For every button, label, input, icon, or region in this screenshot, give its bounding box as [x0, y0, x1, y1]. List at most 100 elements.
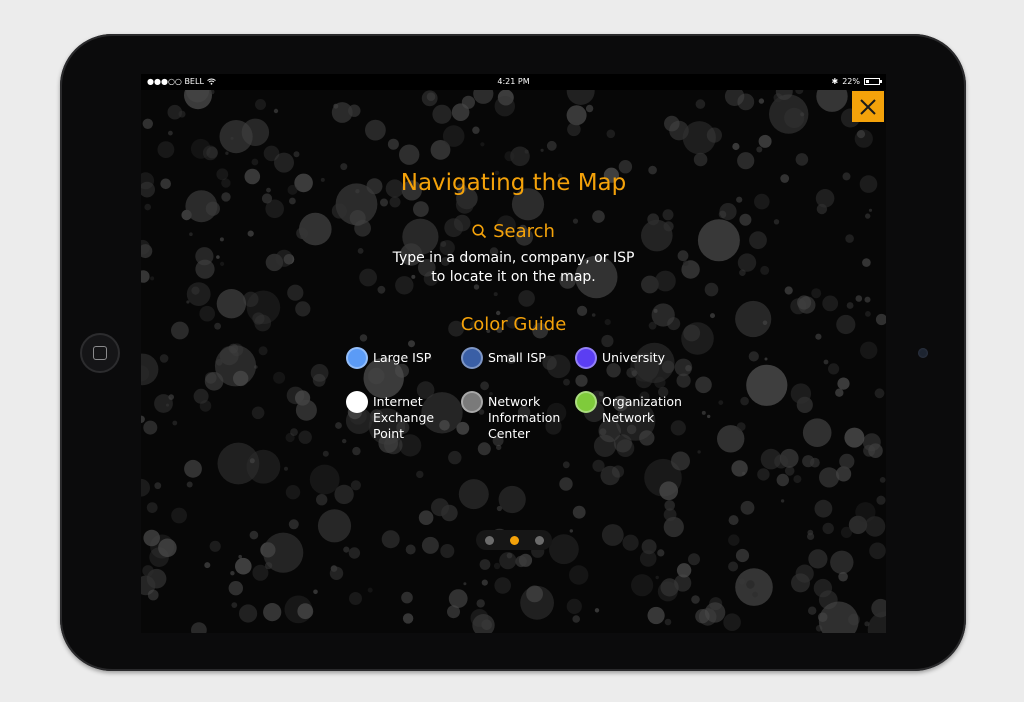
- map-bubble: [494, 577, 512, 594]
- map-bubble: [664, 500, 675, 511]
- page-dot[interactable]: [534, 535, 544, 545]
- map-bubble: [288, 519, 299, 530]
- map-bubble: [432, 104, 452, 124]
- map-bubble: [756, 146, 763, 153]
- map-bubble: [494, 96, 515, 117]
- legend-dot: [346, 347, 368, 369]
- map-bubble: [822, 295, 839, 312]
- map-bubble: [440, 544, 455, 558]
- map-bubble: [780, 499, 785, 503]
- battery-group: ✱ 22%: [831, 77, 882, 86]
- map-bubble: [167, 104, 183, 120]
- map-bubble: [688, 553, 700, 566]
- page-indicator[interactable]: [476, 530, 552, 550]
- map-bubble: [421, 90, 438, 107]
- map-bubble: [389, 196, 401, 208]
- map-bubble: [740, 500, 755, 515]
- map-bubble: [864, 296, 871, 303]
- map-bubble: [289, 197, 296, 205]
- map-bubble: [230, 571, 235, 576]
- map-bubble: [840, 526, 853, 538]
- map-bubble: [728, 561, 739, 572]
- map-bubble: [549, 534, 579, 565]
- map-bubble: [493, 292, 498, 297]
- legend-item-network-information-center: Network Information Center: [461, 391, 560, 442]
- map-bubble: [228, 343, 239, 354]
- map-bubble: [297, 603, 314, 620]
- map-bubble: [168, 394, 174, 400]
- map-bubble: [664, 618, 672, 626]
- map-bubble: [168, 130, 173, 136]
- map-bubble: [822, 522, 834, 535]
- map-bubble: [458, 479, 489, 510]
- map-bubble: [754, 193, 770, 210]
- map-bubble: [249, 530, 259, 540]
- map-bubble: [399, 144, 420, 165]
- map-bubble: [143, 420, 158, 435]
- map-bubble: [273, 371, 286, 384]
- close-button[interactable]: [852, 91, 884, 122]
- legend-dot: [575, 347, 597, 369]
- map-bubble: [838, 571, 848, 582]
- status-bar: ●●●○○ BELL 4:21 PM ✱ 22%: [141, 74, 886, 90]
- map-bubble: [784, 107, 805, 128]
- map-bubble: [367, 587, 373, 593]
- map-bubble: [199, 400, 212, 412]
- map-bubble: [639, 430, 655, 446]
- map-bubble: [793, 475, 802, 484]
- map-bubble: [562, 461, 570, 469]
- map-bubble: [752, 591, 758, 598]
- map-bubble: [731, 460, 748, 477]
- page-title: Navigating the Map: [400, 170, 627, 196]
- map-bubble: [228, 581, 243, 596]
- legend-item-organization-network: Organization Network: [575, 391, 682, 426]
- map-bubble: [451, 103, 470, 121]
- map-bubble: [807, 529, 814, 536]
- legend-dot: [461, 347, 483, 369]
- map-bubble: [171, 507, 187, 524]
- map-bubble: [697, 450, 701, 454]
- map-bubble: [737, 152, 755, 170]
- map-bubble: [348, 547, 361, 559]
- map-bubble: [313, 589, 318, 595]
- page-dot-active[interactable]: [509, 535, 519, 545]
- map-bubble: [572, 505, 586, 519]
- map-bubble: [387, 138, 399, 150]
- map-bubble: [657, 581, 678, 602]
- map-bubble: [476, 599, 485, 608]
- map-bubble: [249, 458, 255, 464]
- map-bubble: [585, 104, 594, 113]
- map-bubble: [606, 129, 616, 139]
- bluetooth-icon: ✱: [831, 77, 839, 86]
- map-bubble: [448, 450, 462, 465]
- map-bubble: [868, 208, 873, 212]
- map-bubble: [209, 89, 215, 95]
- map-bubble: [601, 524, 624, 546]
- map-bubble: [204, 562, 211, 569]
- search-heading-row: Search: [141, 221, 886, 242]
- map-bubble: [808, 549, 828, 569]
- map-bubble: [655, 575, 659, 580]
- home-button[interactable]: [80, 333, 120, 373]
- map-bubble: [401, 591, 413, 604]
- legend-item-large-isp: Large ISP: [346, 347, 431, 369]
- map-bubble: [225, 151, 229, 155]
- legend-dot: [575, 391, 597, 413]
- page-dot[interactable]: [484, 535, 494, 545]
- map-bubble: [246, 449, 281, 484]
- map-bubble: [158, 538, 177, 558]
- legend-dot: [461, 391, 483, 413]
- map-bubble: [811, 288, 822, 299]
- map-bubble: [418, 510, 434, 525]
- map-bubble: [784, 286, 793, 295]
- legend-label-line: Center: [488, 426, 531, 441]
- map-bubble: [662, 209, 674, 221]
- map-bubble: [764, 357, 768, 361]
- map-bubble: [349, 592, 362, 605]
- map-bubble: [504, 151, 515, 162]
- map-bubble: [186, 481, 193, 488]
- map-bubble: [839, 453, 855, 469]
- map-bubble: [191, 622, 207, 633]
- map-bubble: [626, 424, 637, 435]
- map-bubble: [472, 126, 480, 134]
